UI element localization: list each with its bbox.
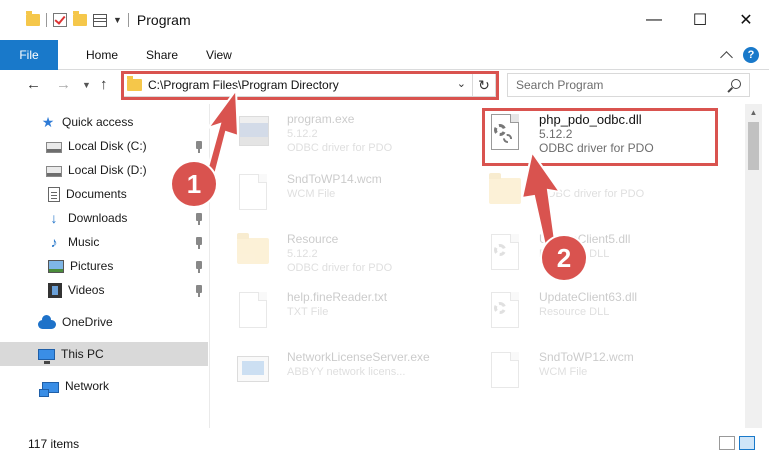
disk-icon xyxy=(46,165,62,177)
properties-icon[interactable] xyxy=(93,13,107,27)
videos-icon xyxy=(48,282,62,298)
item-count: 117 items xyxy=(28,437,80,451)
sidebar-item-local-disk-c[interactable]: Local Disk (C:) xyxy=(0,134,208,158)
sidebar-item-this-pc[interactable]: This PC xyxy=(0,342,208,366)
pin-icon xyxy=(196,213,202,225)
checkbox-icon[interactable] xyxy=(53,13,67,27)
back-button[interactable]: ← xyxy=(26,76,41,93)
sidebar-item-pictures[interactable]: Pictures xyxy=(0,254,208,278)
minimize-button[interactable]: — xyxy=(631,0,677,40)
download-icon: ↓ xyxy=(50,210,58,226)
folder-icon xyxy=(237,233,269,264)
search-icon[interactable] xyxy=(731,79,741,89)
file-item-networklicenseserver[interactable]: NetworkLicenseServer.exe ABBYY network l… xyxy=(233,350,430,394)
sidebar-item-music[interactable]: ♪ Music xyxy=(0,230,208,254)
gear-icon xyxy=(494,302,506,314)
application-icon xyxy=(237,356,269,382)
file-icon xyxy=(491,352,519,388)
search-box[interactable] xyxy=(507,73,750,97)
pictures-icon xyxy=(48,260,64,273)
pin-icon xyxy=(196,285,202,297)
forward-button[interactable]: → xyxy=(56,76,71,93)
onedrive-icon xyxy=(38,315,56,329)
documents-icon xyxy=(48,186,60,202)
file-item-sndtowp12[interactable]: SndToWP12.wcm WCM File xyxy=(485,350,634,394)
pin-icon xyxy=(196,261,202,273)
pin-icon xyxy=(196,141,202,153)
sidebar-item-onedrive[interactable]: OneDrive xyxy=(0,310,208,334)
folder-icon xyxy=(489,173,521,204)
sidebar-item-quick-access[interactable]: ★ Quick access xyxy=(0,110,208,134)
file-item-updateclient63[interactable]: UpdateClient63.dll Resource DLL xyxy=(485,290,637,334)
search-input[interactable] xyxy=(516,78,716,92)
pin-icon xyxy=(196,237,202,249)
star-icon: ★ xyxy=(41,114,55,130)
collapse-ribbon-icon[interactable] xyxy=(720,51,733,64)
folder-icon[interactable] xyxy=(26,11,40,26)
file-item-program-exe[interactable]: program.exe 5.12.2 ODBC driver for PDO xyxy=(233,112,392,156)
sidebar-item-network[interactable]: Network xyxy=(0,374,208,398)
file-item-help-finereader[interactable]: help.fineReader.txt TXT File xyxy=(233,290,387,334)
tab-home[interactable]: Home xyxy=(72,40,132,70)
music-icon: ♪ xyxy=(50,234,58,250)
text-file-icon xyxy=(239,292,267,328)
network-icon xyxy=(39,381,59,397)
customize-dropdown-icon[interactable]: ▼ xyxy=(113,15,122,25)
details-view-icon[interactable] xyxy=(719,436,735,450)
scroll-thumb[interactable] xyxy=(748,122,759,170)
step-1-badge: 1 xyxy=(172,162,216,206)
navigation-pane: ★ Quick access Local Disk (C:) Local Dis… xyxy=(0,104,210,428)
file-highlight-box xyxy=(482,108,718,166)
file-item-resource[interactable]: Resource 5.12.2 ODBC driver for PDO xyxy=(233,232,392,276)
tab-share[interactable]: Share xyxy=(132,40,192,70)
ribbon: File Home Share View ? xyxy=(0,39,769,70)
status-bar: 117 items xyxy=(0,430,769,466)
close-button[interactable]: ✕ xyxy=(723,0,769,40)
maximize-button[interactable]: ☐ xyxy=(677,0,723,40)
new-folder-icon[interactable] xyxy=(73,11,87,26)
up-button[interactable]: ↑ xyxy=(100,76,108,93)
tiles-view-icon[interactable] xyxy=(739,436,755,450)
title-bar: ▼ Program — ☐ ✕ xyxy=(0,0,769,40)
gear-icon xyxy=(494,244,506,256)
toolbar-divider xyxy=(46,13,47,27)
file-icon xyxy=(239,174,267,210)
step-2-badge: 2 xyxy=(542,236,586,280)
tab-view[interactable]: View xyxy=(192,40,246,70)
pc-icon xyxy=(38,349,55,364)
toolbar-divider xyxy=(127,13,129,27)
file-item-sndtowp14[interactable]: SndToWP14.wcm WCM File xyxy=(233,172,382,216)
help-icon[interactable]: ? xyxy=(743,47,759,63)
address-highlight-box xyxy=(121,71,499,100)
window-title: Program xyxy=(136,12,191,28)
recent-locations-icon[interactable]: ▼ xyxy=(82,80,91,90)
sidebar-item-downloads[interactable]: ↓ Downloads xyxy=(0,206,208,230)
sidebar-item-videos[interactable]: Videos xyxy=(0,278,208,302)
file-item-folder[interactable]: ODBC driver for PDO xyxy=(485,172,644,216)
vertical-scrollbar[interactable]: ▲ xyxy=(745,104,762,428)
scroll-up-icon[interactable]: ▲ xyxy=(745,104,762,121)
tab-file[interactable]: File xyxy=(0,39,58,70)
disk-icon xyxy=(46,141,62,153)
exe-icon xyxy=(239,116,269,146)
quick-access-toolbar: ▼ xyxy=(26,11,129,27)
